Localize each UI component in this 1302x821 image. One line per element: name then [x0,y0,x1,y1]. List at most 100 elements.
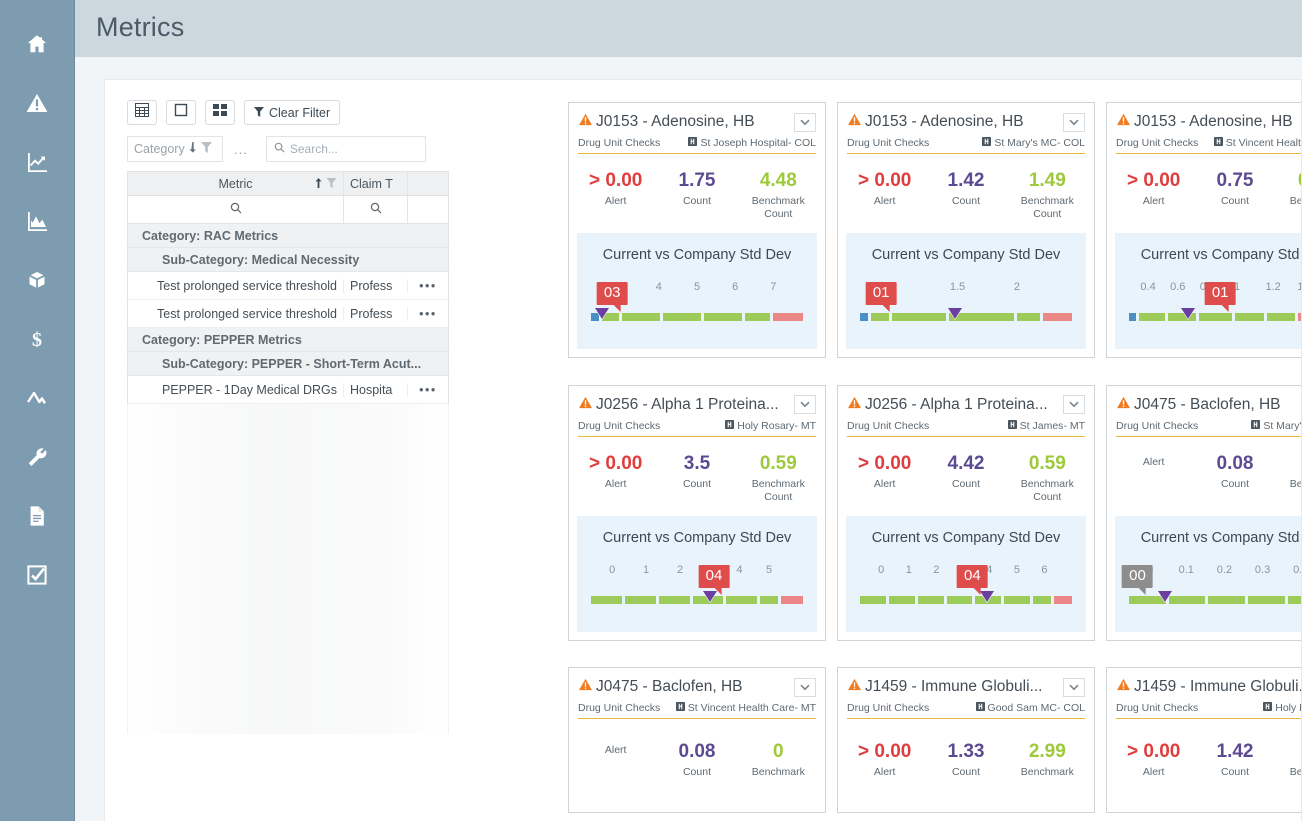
gauge-segment [946,595,973,604]
table-group-row[interactable]: Sub-Category: PEPPER - Short-Term Acut..… [127,352,449,376]
card-view-button[interactable] [166,100,196,125]
row-menu-button[interactable]: ••• [407,278,448,293]
funnel-icon[interactable] [200,142,212,156]
metric-card[interactable]: J0153 - Adenosine, HB Drug Unit Checks St … [837,102,1095,358]
group-by-chip-category[interactable]: Category [127,136,223,162]
gauge-tick-label: 7 [770,281,777,293]
metric-sort-controls[interactable] [315,177,337,191]
card-kpis: > 0.00 Alert 1.42 Count 1.49 Benchmark Count [838,154,1094,221]
kpi-alert: > 0.00 Alert [575,453,656,504]
gauge-body: 3456703 [591,281,803,321]
cell-claim-type: Profess [343,278,407,293]
kpi-count-value: 1.42 [947,170,985,191]
sidebar-item-activity[interactable] [0,368,75,427]
kpi-benchmark-value: 4.48 [759,170,797,191]
funnel-icon[interactable] [326,177,337,191]
card-kpis: > 0.00 Alert 1.42 Count 0.9 Benchmark [1107,719,1301,779]
card-header: J0153 - Adenosine, HB Drug Unit Checks St … [1107,103,1301,154]
column-header-claim-type[interactable]: Claim T [343,172,407,195]
sidebar-item-tools[interactable] [0,427,75,486]
metric-card[interactable]: J0475 - Baclofen, HB Drug Unit Checks St M… [1106,384,1301,641]
column-header-metric[interactable]: Metric [128,172,343,195]
card-check-type: Drug Unit Checks [847,702,930,715]
sidebar-item-analytics[interactable] [0,191,75,250]
card-facility-name: Holy Rosary- MT [737,419,816,432]
card-check-type: Drug Unit Checks [1116,137,1199,149]
gauge-bar [1129,313,1301,321]
card-check-type: Drug Unit Checks [1116,702,1199,715]
metrics-table: Metric Claim T Category: RAC Metrics Sub… [127,171,449,734]
gauge-segment [621,313,660,321]
table-row[interactable]: Test prolonged service threshold Profess •… [127,272,449,300]
card-menu-chevron-down-icon[interactable] [1063,395,1085,415]
table-view-button[interactable] [127,100,157,125]
sidebar-item-tasks[interactable] [0,545,75,604]
metric-card[interactable]: J0153 - Adenosine, HB Drug Unit Checks St … [1106,102,1301,358]
kpi-count: 3.5 Count [656,453,737,504]
kpi-count-label: Count [682,195,711,207]
metric-card[interactable]: J0256 - Alpha 1 Proteina... Drug Unit Che… [568,384,826,641]
kpi-benchmark-value: 2.99 [1028,741,1066,763]
table-group-row[interactable]: Category: RAC Metrics [127,224,449,248]
card-facility-name: St Vincent Health Care- MT [1225,137,1301,149]
row-menu-button[interactable]: ••• [407,306,448,321]
sidebar-item-alerts[interactable] [0,73,75,132]
tile-view-button[interactable] [205,100,235,125]
kpi-benchmark-label: Benchmark Count [1020,195,1074,220]
metric-card[interactable]: J1459 - Immune Globuli... Drug Unit Check… [837,667,1095,814]
column-header-actions [407,172,448,195]
table-group-row[interactable]: Category: PEPPER Metrics [127,328,449,352]
filter-overflow-ellipsis[interactable]: ... [234,142,248,157]
sidebar-item-home[interactable] [0,14,75,73]
gauge-segment [1017,313,1041,321]
card-menu-chevron-down-icon[interactable] [794,112,816,132]
table-row[interactable]: PEPPER - 1Day Medical DRGs Hospitа ••• [127,376,449,404]
gauge-title: Current vs Company Std Dev [871,247,1061,263]
gauge-segment [860,313,868,321]
metric-card[interactable]: J0256 - Alpha 1 Proteina... Drug Unit Che… [837,384,1095,641]
table-view-icon [135,103,149,122]
card-facility-name: St Mary's MC- COL [994,137,1085,149]
card-menu-chevron-down-icon[interactable] [794,395,816,415]
sort-ascending-icon[interactable] [315,177,322,191]
search-cell-metric[interactable] [128,196,343,223]
gauge-segment [1199,313,1233,321]
gauge-value-badge: 01 [1204,282,1236,312]
kpi-alert-label: Alert [873,195,896,207]
metric-card[interactable]: J0153 - Adenosine, HB Drug Unit Checks St … [568,102,826,358]
card-menu-chevron-down-icon[interactable] [794,677,816,697]
metric-card[interactable]: J1459 - Immune Globuli... Drug Unit Check… [1106,667,1301,814]
warning-triangle-icon [847,112,862,132]
gauge-panel: Current vs Company Std Dev01234504 [577,515,817,632]
kpi-benchmark: 0 Benchmark [738,741,819,779]
sidebar-item-reports[interactable] [0,486,75,545]
gauge-current-marker [948,308,963,319]
table-row[interactable]: Test prolonged service threshold Profess •… [127,300,449,328]
table-group-row[interactable]: Sub-Category: Medical Necessity [127,248,449,272]
gauge-tick-label: 2 [676,563,684,576]
card-kpis: > 0.00 Alert 0.75 Count 0.75 Benchmark Count [1107,154,1301,221]
search-input[interactable]: Search... [265,136,426,162]
hospital-icon [1007,419,1017,432]
search-cell-claim-type[interactable] [343,196,407,223]
kpi-benchmark-value: 0.75 [1276,170,1301,192]
sidebar-item-trends[interactable] [0,132,75,191]
metric-card[interactable]: J0475 - Baclofen, HB Drug Unit Checks St V… [568,667,826,814]
content-area: Clear Filter Category ... Search... Metr… [75,57,1302,821]
kpi-alert-value: > 0.00 [588,170,643,191]
row-menu-button[interactable]: ••• [407,382,448,397]
card-title: J0153 - Adenosine, HB [865,113,1024,130]
metrics-list-column: Clear Filter Category ... Search... Metr… [105,80,458,821]
clear-filter-button[interactable]: Clear Filter [244,100,341,125]
card-menu-chevron-down-icon[interactable] [1063,677,1085,697]
kpi-alert: > 0.00 Alert [1113,741,1194,779]
card-header: J0475 - Baclofen, HB Drug Unit Checks St V… [569,668,825,720]
gauge-tick-label: 5 [766,563,773,576]
sidebar-item-inventory[interactable] [0,250,75,309]
gauge-tick-label: 1.4 [1297,281,1301,293]
kpi-count-value: 4.42 [947,452,985,474]
sidebar-item-financials[interactable]: $ [0,309,75,368]
kpi-benchmark: 4.48 Benchmark Count [738,170,819,221]
card-menu-chevron-down-icon[interactable] [1063,112,1085,132]
warning-triangle-icon [578,395,593,415]
